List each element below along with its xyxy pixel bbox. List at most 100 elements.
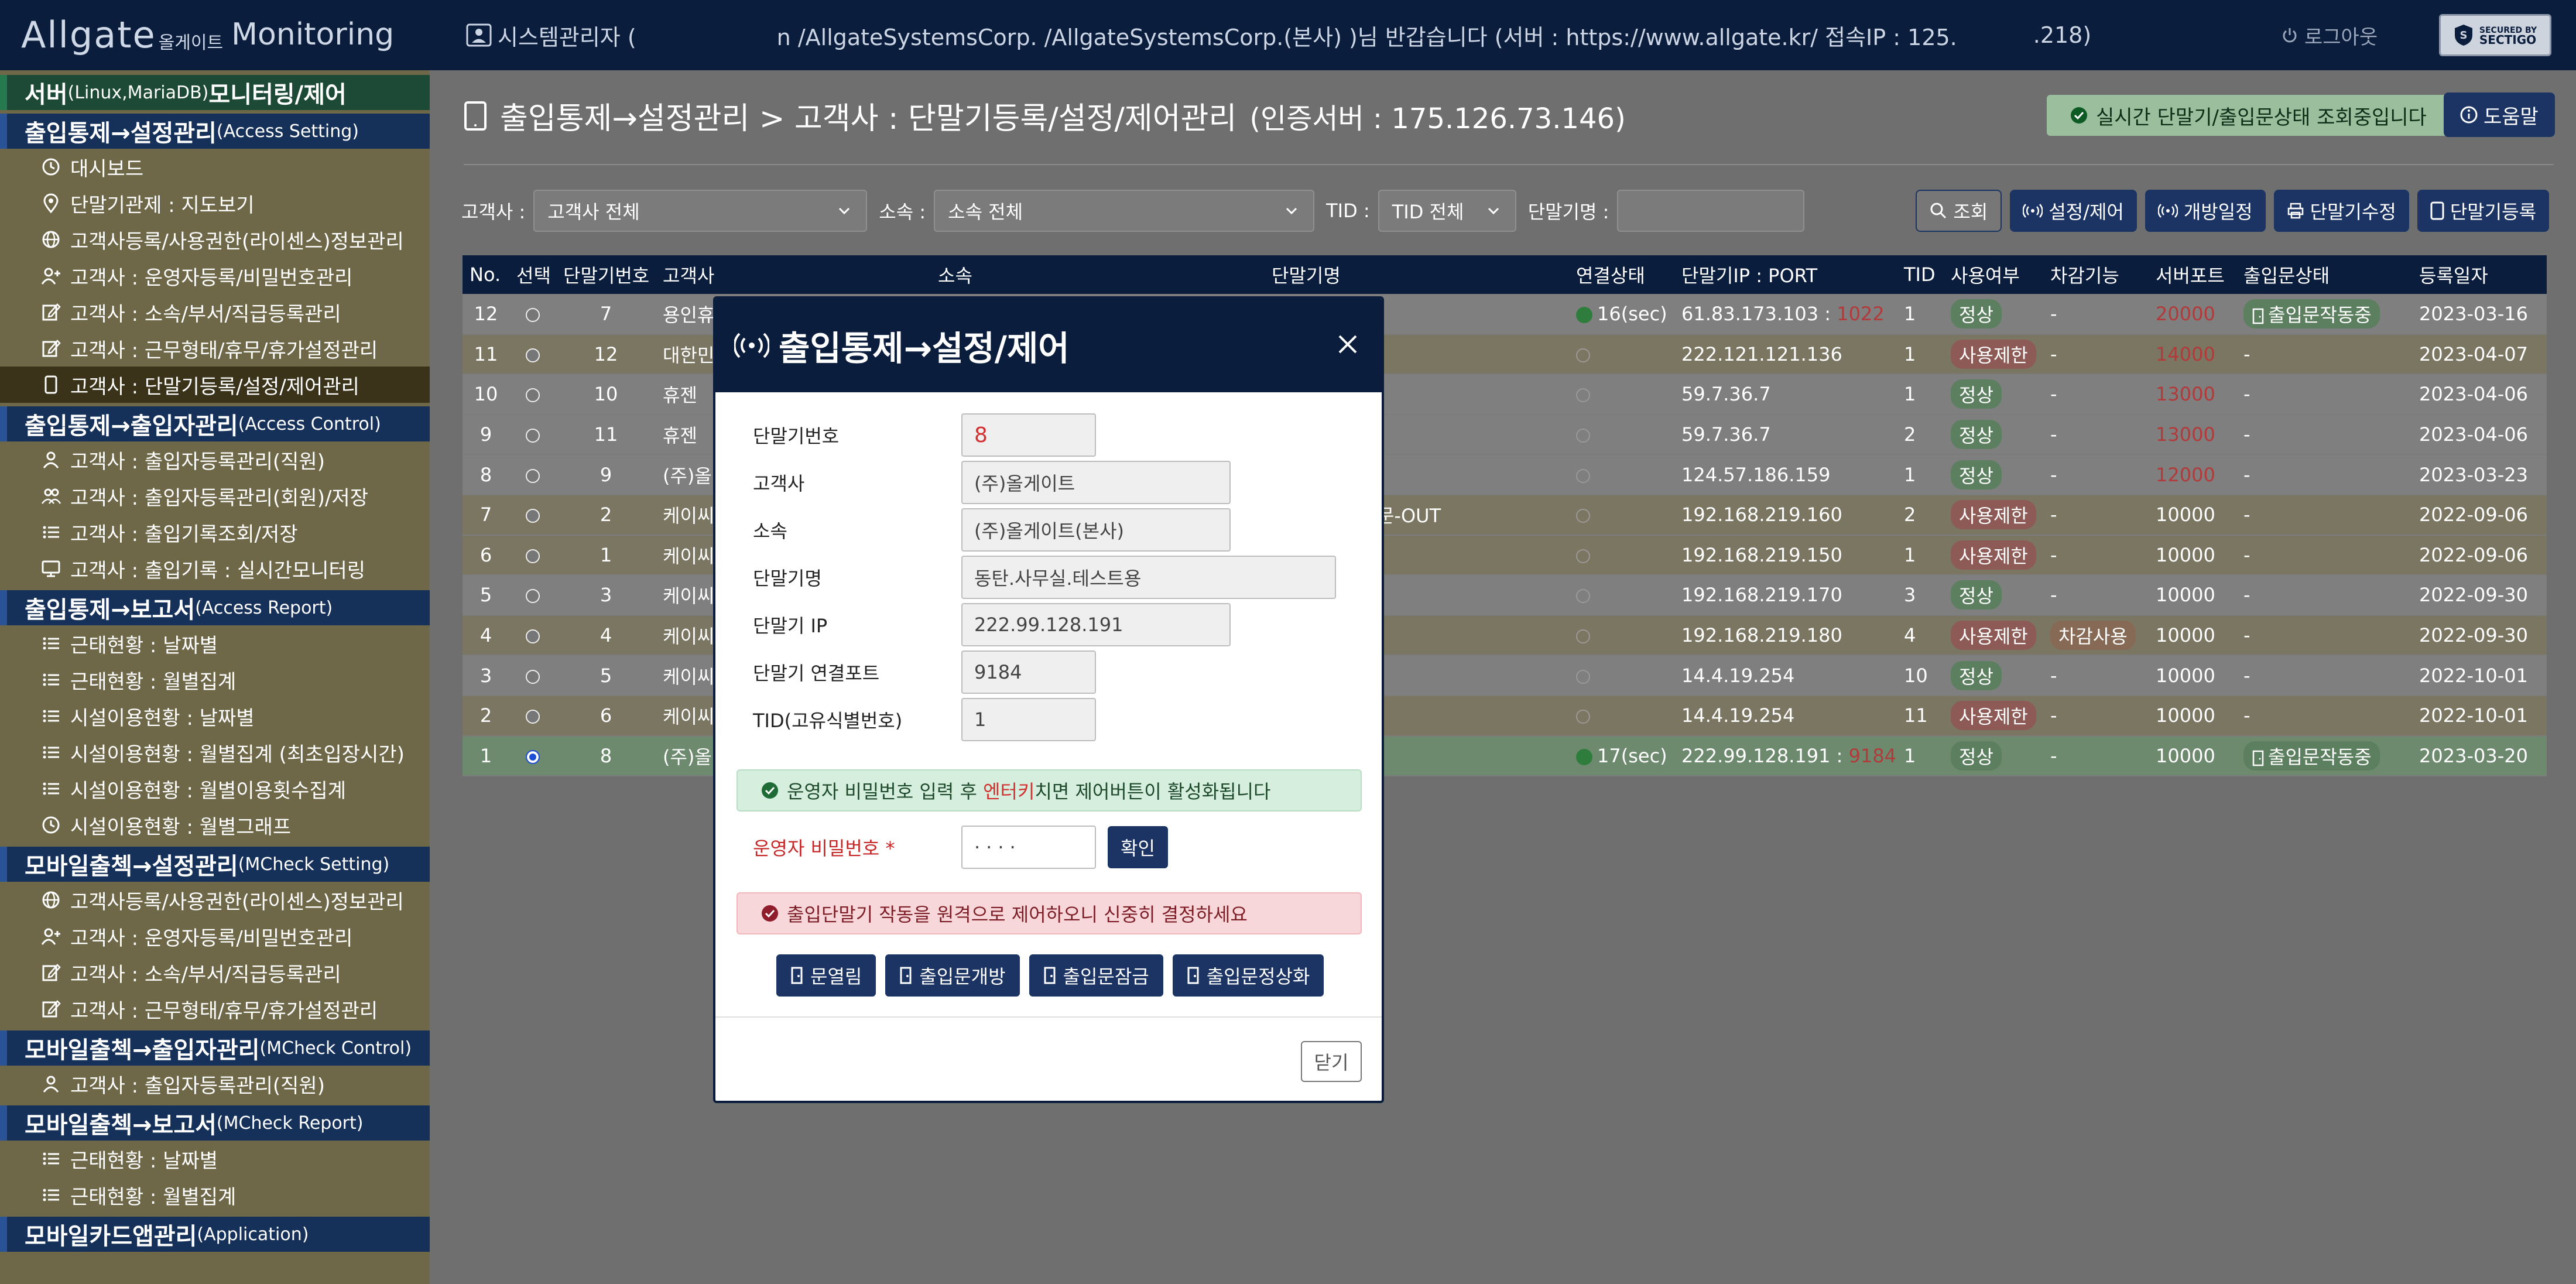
row-select-radio[interactable] xyxy=(526,388,540,403)
door-status: - xyxy=(2236,535,2412,576)
sidebar-section-title-rest: 모니터링/제어 xyxy=(208,81,347,108)
sidebar-item[interactable]: 고객사 : 운영자등록/비밀번호관리 xyxy=(0,918,430,954)
sidebar-item[interactable]: 근태현황 : 날짜별 xyxy=(0,625,430,662)
row-select-radio[interactable] xyxy=(526,589,540,604)
sidebar-item[interactable]: 근태현황 : 날짜별 xyxy=(0,1141,430,1177)
table-header-cell[interactable]: No. xyxy=(463,255,509,294)
sidebar-item[interactable]: 고객사등록/사용권한(라이센스)정보관리 xyxy=(0,882,430,918)
sidebar-item[interactable]: 고객사 : 단말기등록/설정/제어관리 xyxy=(0,367,430,403)
confirm-button[interactable]: 확인 xyxy=(1108,826,1168,868)
row-select-radio[interactable] xyxy=(526,348,540,362)
table-header-cell[interactable]: 단말기번호 xyxy=(556,255,656,294)
setting-control-button[interactable]: 설정/제어 xyxy=(2010,190,2137,232)
close-button[interactable]: 닫기 xyxy=(1301,1041,1362,1082)
sidebar-item[interactable]: 고객사 : 운영자등록/비밀번호관리 xyxy=(0,258,430,294)
sidebar-item-label: 고객사 : 운영자등록/비밀번호관리 xyxy=(70,266,353,290)
door-keep-open-button[interactable]: 출입문개방 xyxy=(885,954,1020,997)
table-header-cell[interactable]: 출입문상태 xyxy=(2236,255,2412,294)
sidebar-item[interactable]: 고객사 : 출입자등록관리(직원) xyxy=(0,1066,430,1102)
door-lock-button[interactable]: 출입문잠금 xyxy=(1029,954,1163,997)
sidebar-section-header[interactable]: 서버 (Linux,MariaDB) 모니터링/제어 xyxy=(0,75,430,110)
client-filter-select[interactable]: 고객사 전체 xyxy=(533,190,868,232)
open-schedule-button[interactable]: 개방일정 xyxy=(2145,190,2266,232)
sidebar-item[interactable]: 고객사 : 출입자등록관리(회원)/저장 xyxy=(0,478,430,514)
sidebar-item[interactable]: 대시보드 xyxy=(0,149,430,185)
table-header-cell[interactable]: 사용여부 xyxy=(1944,255,2043,294)
sidebar-item-label: 고객사 : 소속/부서/직급등록관리 xyxy=(70,963,341,987)
logout-button[interactable]: 로그아웃 xyxy=(2281,18,2378,53)
row-select-radio[interactable] xyxy=(526,749,540,764)
server-port: 12000 xyxy=(2149,454,2236,495)
sidebar-section-header[interactable]: 모바일카드앱관리 (Application) xyxy=(0,1217,430,1252)
sidebar-section-header[interactable]: 모바일출첵→출입자관리 (MCheck Control) xyxy=(0,1030,430,1066)
sidebar-section-header[interactable]: 모바일출첵→보고서 (MCheck Report) xyxy=(0,1105,430,1141)
sidebar-item[interactable]: 단말기관제 : 지도보기 xyxy=(0,185,430,221)
row-select-radio[interactable] xyxy=(526,429,540,443)
live-status-badge: 실시간 단말기/출입문상태 조회중입니다 xyxy=(2047,95,2450,136)
door-open-button[interactable]: 문열림 xyxy=(776,954,876,997)
row-select-radio[interactable] xyxy=(526,629,540,644)
logout-label: 로그아웃 xyxy=(2304,25,2378,49)
sidebar-item[interactable]: 고객사 : 출입자등록관리(직원) xyxy=(0,441,430,478)
table-header-cell[interactable]: 등록일자 xyxy=(2412,255,2547,294)
tid-filter-select[interactable]: TID 전체 xyxy=(1378,190,1516,232)
help-button[interactable]: 도움말 xyxy=(2444,93,2555,137)
table-header-cell[interactable]: 연결상태 xyxy=(1569,255,1674,294)
dept-field[interactable]: (주)올게이트(본사) xyxy=(961,508,1231,552)
table-header-cell[interactable]: 고객사 xyxy=(656,255,931,294)
sidebar-item[interactable]: 근태현황 : 월별집계 xyxy=(0,1177,430,1213)
sidebar-item[interactable]: 고객사 : 근무형태/휴무/휴가설정관리 xyxy=(0,991,430,1027)
remote-warning-alert: 출입단말기 작동을 원격으로 제어하오니 신중히 결정하세요 xyxy=(737,892,1362,934)
door-status: 출입문작동중 xyxy=(2236,294,2412,335)
sidebar-item[interactable]: 시설이용현황 : 날짜별 xyxy=(0,698,430,734)
terminal-number-field[interactable]: 8 xyxy=(961,413,1096,457)
sidebar-item[interactable]: 근태현황 : 월별집계 xyxy=(0,662,430,698)
row-select-radio[interactable] xyxy=(526,468,540,483)
deduct-function: - xyxy=(2043,454,2149,495)
deduct-value: - xyxy=(2050,664,2057,687)
table-header-cell[interactable]: TID xyxy=(1897,255,1944,294)
sidebar-item[interactable]: 고객사 : 근무형태/휴무/휴가설정관리 xyxy=(0,330,430,367)
terminal-name-field[interactable]: 동탄.사무실.테스트용 xyxy=(961,556,1336,599)
row-select-radio[interactable] xyxy=(526,669,540,684)
table-header-cell[interactable]: 차감기능 xyxy=(2043,255,2149,294)
client-field[interactable]: (주)올게이트 xyxy=(961,461,1231,504)
search-button[interactable]: 조회 xyxy=(1916,190,2002,232)
sidebar-item[interactable]: 시설이용현황 : 월별집계 (최초입장시간) xyxy=(0,734,430,771)
sidebar-item[interactable]: 고객사 : 소속/부서/직급등록관리 xyxy=(0,294,430,330)
edit-terminal-button[interactable]: 단말기수정 xyxy=(2273,190,2409,232)
logo[interactable]: Allgate 올게이트 Monitoring xyxy=(21,8,394,61)
sidebar-item[interactable]: 고객사 : 소속/부서/직급등록관리 xyxy=(0,954,430,991)
tid-field[interactable]: 1 xyxy=(961,698,1096,741)
table-header-cell[interactable]: 선택 xyxy=(509,255,556,294)
row-select-radio[interactable] xyxy=(526,307,540,322)
modal-close-button[interactable] xyxy=(1331,328,1364,361)
sidebar-section-header[interactable]: 출입통제→보고서 (Access Report) xyxy=(0,590,430,625)
table-header-cell[interactable]: 서버포트 xyxy=(2149,255,2236,294)
sidebar-section-header[interactable]: 출입통제→설정관리 (Access Setting) xyxy=(0,114,430,149)
table-header-cell[interactable]: 단말기명 xyxy=(1265,255,1569,294)
row-select-radio[interactable] xyxy=(526,549,540,563)
sidebar-item[interactable]: 고객사 : 출입기록 : 실시간모니터링 xyxy=(0,550,430,587)
door-normalize-button[interactable]: 출입문정상화 xyxy=(1172,954,1324,997)
edit-icon xyxy=(41,999,61,1019)
terminal-port-field[interactable]: 9184 xyxy=(961,650,1096,694)
sectigo-line2: SECTIGO xyxy=(2479,33,2537,47)
sidebar-item[interactable]: 시설이용현황 : 월별그래프 xyxy=(0,807,430,843)
dept-filter-select[interactable]: 소속 전체 xyxy=(934,190,1315,232)
sidebar-item[interactable]: 고객사 : 출입기록조회/저장 xyxy=(0,514,430,550)
sidebar-item[interactable]: 고객사등록/사용권한(라이센스)정보관리 xyxy=(0,221,430,258)
table-header-cell[interactable]: 소속 xyxy=(931,255,1265,294)
register-terminal-button[interactable]: 단말기등록 xyxy=(2417,190,2550,232)
name-filter-input[interactable] xyxy=(1617,190,1805,232)
sidebar-item[interactable]: 시설이용현황 : 월별이용횟수집계 xyxy=(0,771,430,807)
sidebar-section-header[interactable]: 모바일출첵→설정관리 (MCheck Setting) xyxy=(0,847,430,882)
row-select-radio[interactable] xyxy=(526,710,540,724)
sidebar-section-header[interactable]: 출입통제→출입자관리 (Access Control) xyxy=(0,406,430,441)
table-header-cell[interactable]: 단말기IP : PORT xyxy=(1674,255,1897,294)
terminal-ip-field[interactable]: 222.99.128.191 xyxy=(961,603,1231,646)
deduct-value: - xyxy=(2050,744,2057,767)
password-input[interactable]: ···· xyxy=(961,826,1096,869)
row-select-radio[interactable] xyxy=(526,509,540,523)
row-select-cell xyxy=(509,494,556,536)
